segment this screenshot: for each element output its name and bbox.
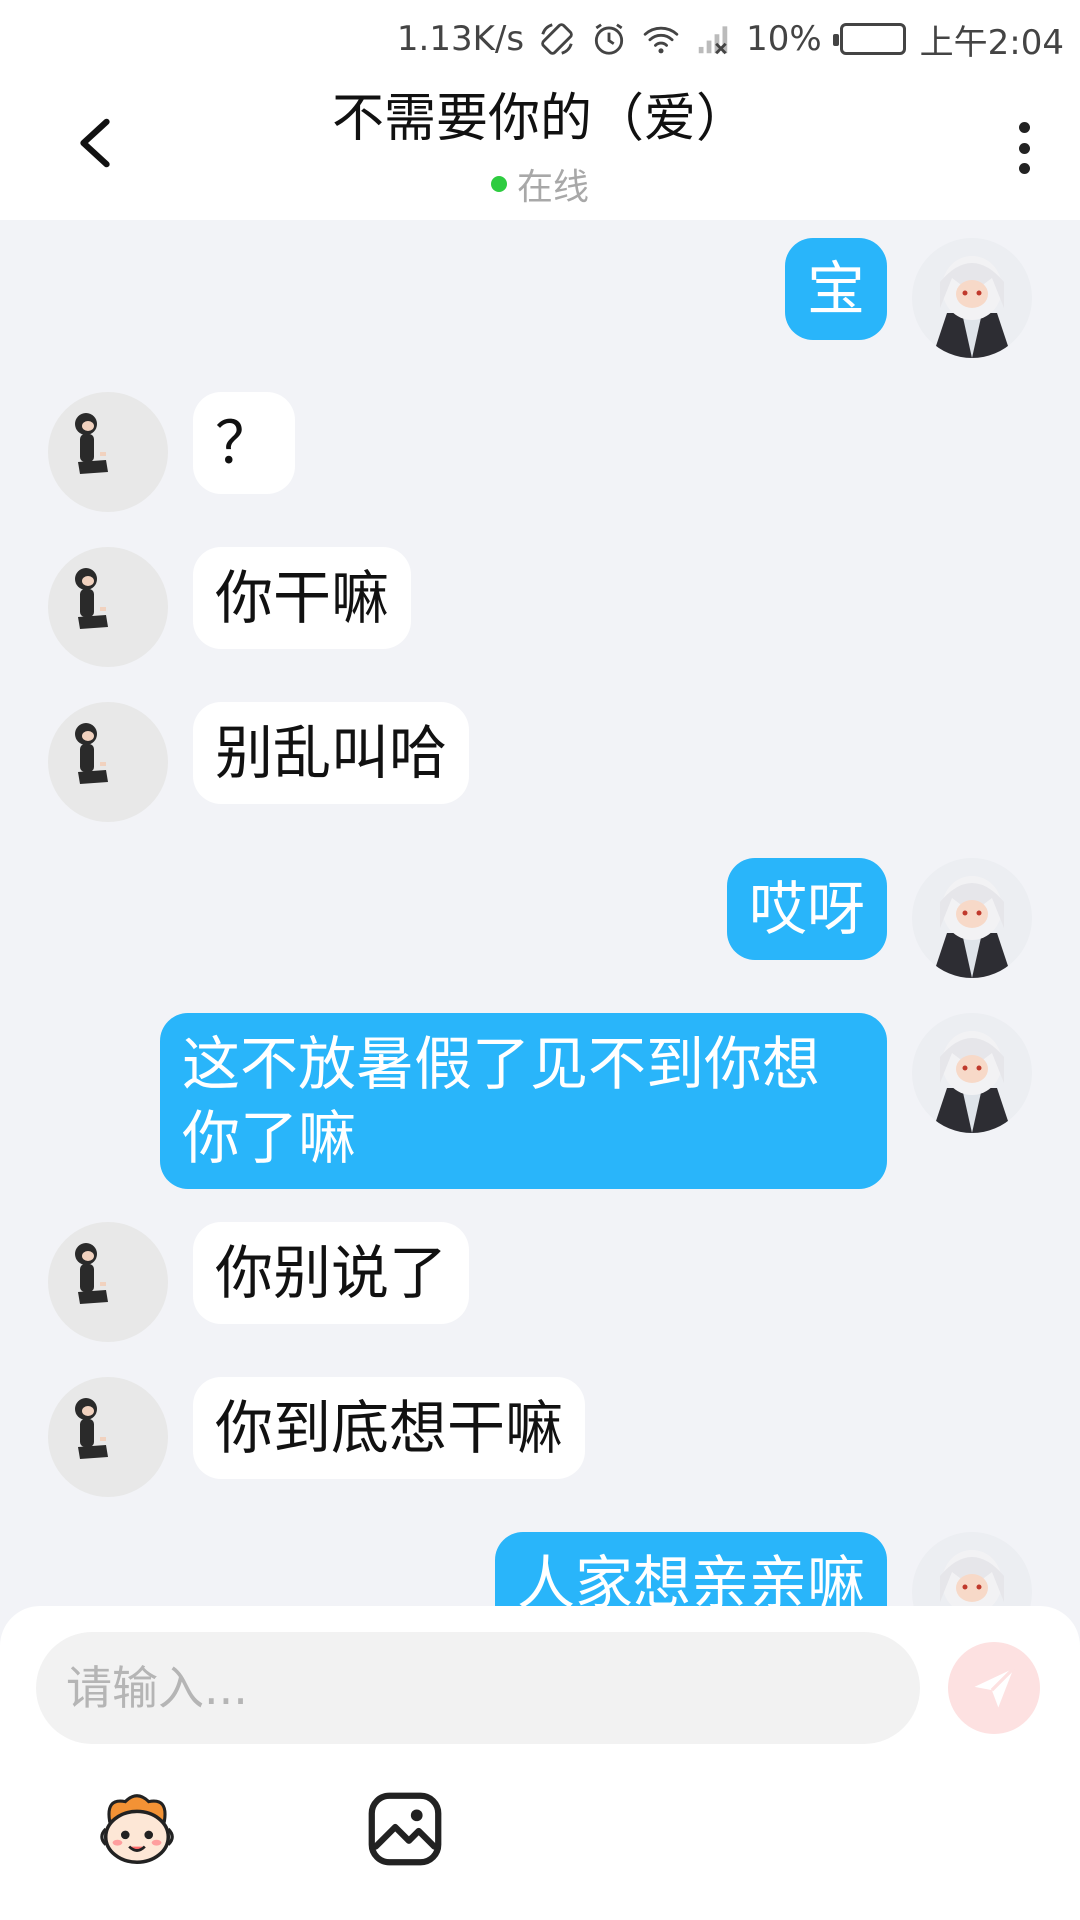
online-dot-icon — [490, 176, 507, 192]
message-row: 宝 — [0, 238, 1080, 362]
more-dot-icon — [1018, 163, 1030, 174]
emoji-mascot-icon — [100, 1794, 174, 1864]
page-title: 不需要你的（爱） — [331, 89, 748, 149]
my-avatar[interactable] — [912, 1532, 1032, 1606]
message-row: 你到底想干嘛 — [0, 1377, 1080, 1497]
message-bubble-outgoing[interactable]: 人家想亲亲嘛 — [494, 1532, 887, 1606]
send-button[interactable] — [948, 1642, 1040, 1734]
contact-avatar[interactable] — [48, 702, 168, 822]
title-block: 不需要你的（爱） 在线 — [200, 84, 880, 210]
contact-avatar[interactable] — [48, 1377, 168, 1497]
chat-header: 不需要你的（爱） 在线 — [0, 78, 1080, 220]
input-panel — [0, 1606, 1080, 1920]
signal-icon — [694, 20, 732, 58]
alarm-icon — [590, 20, 628, 58]
message-bubble-incoming[interactable]: ？ — [193, 392, 296, 494]
more-dot-icon — [1018, 122, 1030, 133]
my-avatar[interactable] — [912, 1013, 1032, 1133]
message-row: 别乱叫哈 — [0, 702, 1080, 822]
more-options-button[interactable] — [1004, 118, 1044, 178]
network-speed: 1.13K/s — [396, 19, 525, 59]
send-icon — [974, 1667, 1015, 1708]
message-bubble-outgoing[interactable]: 这不放暑假了见不到你想你了嘛 — [160, 1013, 887, 1189]
emoji-button[interactable] — [92, 1784, 182, 1874]
chevron-left-icon — [80, 118, 110, 168]
message-bubble-incoming[interactable]: 你别说了 — [193, 1222, 470, 1324]
back-button[interactable] — [60, 108, 130, 178]
message-bubble-incoming[interactable]: 别乱叫哈 — [193, 702, 470, 804]
message-bubble-outgoing[interactable]: 宝 — [784, 238, 887, 340]
online-status: 在线 — [200, 158, 880, 210]
message-row: ？ — [0, 392, 1080, 512]
message-row: 人家想亲亲嘛 — [0, 1532, 1080, 1606]
image-button[interactable] — [360, 1784, 450, 1874]
more-dot-icon — [1018, 142, 1030, 154]
battery-percent: 10% — [746, 19, 822, 59]
message-row: 这不放暑假了见不到你想你了嘛 — [0, 1013, 1080, 1189]
contact-avatar[interactable] — [48, 392, 168, 512]
online-status-label: 在线 — [516, 167, 589, 208]
battery-icon — [832, 23, 906, 55]
message-row: 你干嘛 — [0, 547, 1080, 667]
contact-avatar[interactable] — [48, 1222, 168, 1342]
message-list[interactable]: 宝 ？ 你干嘛 别乱叫哈 哎呀 这不放暑假了见不到你想你了嘛 你别说了 你到底想… — [0, 220, 1080, 1606]
message-bubble-incoming[interactable]: 你到底想干嘛 — [193, 1377, 586, 1479]
my-avatar[interactable] — [912, 858, 1032, 978]
image-icon — [368, 1792, 442, 1866]
message-row: 哎呀 — [0, 858, 1080, 982]
message-bubble-incoming[interactable]: 你干嘛 — [193, 547, 412, 649]
wifi-icon — [642, 20, 680, 58]
status-bar: 1.13K/s 10% 上午2:04 — [0, 0, 1080, 78]
rotate-icon — [538, 20, 576, 58]
message-input[interactable] — [36, 1632, 920, 1744]
message-bubble-outgoing[interactable]: 哎呀 — [726, 858, 887, 960]
message-row: 你别说了 — [0, 1222, 1080, 1342]
contact-avatar[interactable] — [48, 547, 168, 667]
clock: 上午2:04 — [919, 22, 1064, 63]
my-avatar[interactable] — [912, 238, 1032, 358]
